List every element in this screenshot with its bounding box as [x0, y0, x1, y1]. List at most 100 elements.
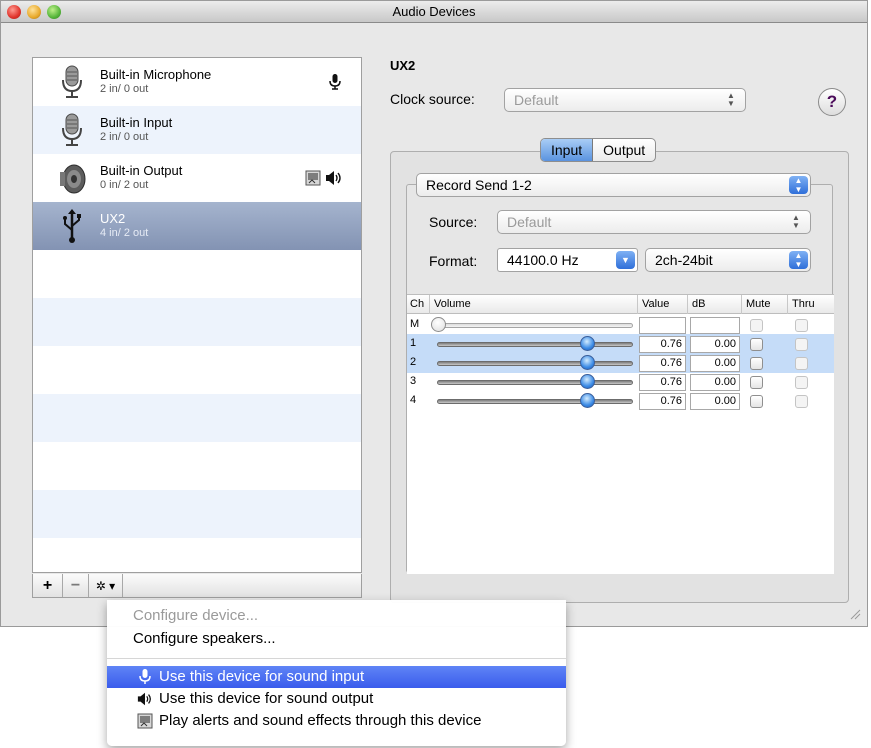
channel-row[interactable]: 4 0.76 0.00 [407, 391, 834, 411]
help-button[interactable]: ? [818, 88, 846, 116]
device-row-built-in-microphone[interactable]: Built-in Microphone 2 in/ 0 out [33, 58, 361, 106]
clock-source-label: Clock source: [390, 91, 475, 107]
sample-rate-combo[interactable]: 44100.0 Hz ▼ [497, 248, 638, 272]
thru-checkbox[interactable] [795, 376, 808, 389]
mute-checkbox[interactable] [750, 338, 763, 351]
db-value-field[interactable]: 0.00 [690, 393, 740, 410]
add-device-button[interactable]: + [33, 574, 63, 597]
device-row-built-in-input[interactable]: Built-in Input 2 in/ 0 out [33, 106, 361, 154]
selected-device-title: UX2 [390, 58, 416, 73]
column-header-value: Value [642, 298, 670, 310]
channel-row[interactable]: M [407, 315, 834, 335]
source-popup[interactable]: Default ▲ ▼ [497, 210, 811, 234]
volume-slider-track[interactable] [437, 342, 633, 347]
channel-name: 3 [410, 375, 417, 387]
volume-value-field[interactable]: 0.76 [639, 374, 686, 391]
volume-slider-track[interactable] [437, 323, 633, 328]
channel-format-popup[interactable]: 2ch-24bit ▲ ▼ [645, 248, 811, 272]
volume-value-field[interactable]: 0.76 [639, 393, 686, 410]
chevron-down-icon: ▼ [616, 251, 635, 269]
db-value-field[interactable]: 0.00 [690, 355, 740, 372]
popup-arrows-icon: ▲ ▼ [789, 251, 808, 269]
volume-value-field[interactable]: 0.76 [639, 355, 686, 372]
volume-slider-knob[interactable] [580, 355, 595, 370]
channel-format-value: 2ch-24bit [655, 252, 713, 268]
volume-slider-track[interactable] [437, 399, 633, 404]
volume-slider-knob[interactable] [580, 374, 595, 389]
menu-item-label: Use this device for sound output [159, 690, 374, 707]
device-io-count: 0 in/ 2 out [100, 179, 149, 191]
device-name: Built-in Microphone [100, 67, 212, 82]
column-header-mute: Mute [746, 298, 771, 310]
device-name: Built-in Input [100, 115, 173, 130]
menu-item-configure-device[interactable]: Configure device... [107, 605, 566, 627]
action-menu-button[interactable]: ✲ ▾ [89, 574, 123, 597]
window-title: Audio Devices [392, 4, 476, 19]
mute-checkbox[interactable] [750, 395, 763, 408]
device-row-built-in-output[interactable]: Built-in Output 0 in/ 2 out [33, 154, 361, 202]
microphone-icon [62, 65, 82, 98]
clock-source-popup[interactable]: Default ▲ ▼ [504, 88, 746, 112]
menu-item-play-alerts[interactable]: Play alerts and sound effects through th… [107, 710, 566, 732]
stream-popup[interactable]: Record Send 1-2 ▲ ▼ [416, 173, 811, 197]
device-action-menu: Configure device... Configure speakers..… [107, 600, 566, 746]
channel-row[interactable]: 2 0.76 0.00 [407, 353, 834, 373]
db-value-field[interactable]: 0.00 [690, 336, 740, 353]
microphone-icon [139, 669, 151, 684]
volume-value-field[interactable]: 0.76 [639, 336, 686, 353]
alerts-icon [305, 170, 321, 186]
thru-checkbox[interactable] [795, 319, 808, 332]
mute-checkbox[interactable] [750, 357, 763, 370]
list-stripe [33, 490, 361, 538]
device-io-count: 4 in/ 2 out [100, 227, 149, 239]
tab-output[interactable]: Output [593, 139, 655, 161]
clock-source-value: Default [514, 92, 559, 108]
column-header-volume: Volume [434, 298, 471, 310]
device-name: UX2 [100, 211, 126, 226]
popup-arrows-icon: ▲ ▼ [792, 213, 800, 230]
menu-item-use-for-output[interactable]: Use this device for sound output [107, 688, 566, 710]
menu-separator [107, 658, 566, 659]
device-io-count: 2 in/ 0 out [100, 83, 149, 95]
speaker-icon [137, 692, 151, 706]
help-label: ? [826, 92, 838, 111]
channel-name: M [410, 318, 420, 330]
tab-input[interactable]: Input [541, 139, 594, 161]
channel-row[interactable]: 1 0.76 0.00 [407, 334, 834, 354]
stream-value: Record Send 1-2 [426, 177, 532, 193]
title-bar: Audio Devices [1, 1, 867, 23]
thru-checkbox[interactable] [795, 395, 808, 408]
volume-slider-track[interactable] [437, 380, 633, 385]
db-value-field[interactable] [690, 317, 740, 334]
thru-checkbox[interactable] [795, 338, 808, 351]
volume-slider-knob[interactable] [580, 336, 595, 351]
device-row-ux2[interactable]: UX2 4 in/ 2 out [33, 202, 361, 250]
alerts-icon [137, 713, 153, 729]
remove-device-button[interactable]: − [63, 574, 89, 597]
source-value: Default [507, 214, 552, 230]
volume-value-field[interactable] [639, 317, 686, 334]
menu-item-configure-speakers[interactable]: Configure speakers... [107, 628, 566, 650]
device-io-count: 2 in/ 0 out [100, 131, 149, 143]
menu-item-label: Play alerts and sound effects through th… [159, 712, 482, 729]
mute-checkbox[interactable] [750, 319, 763, 332]
microphone-icon [62, 113, 82, 146]
volume-slider-knob[interactable] [580, 393, 595, 408]
speaker-icon [60, 164, 86, 194]
device-list-toolbar: + − ✲ ▾ [32, 574, 362, 598]
column-header-thru: Thru [792, 298, 815, 310]
list-stripe [33, 394, 361, 442]
channel-name: 1 [410, 337, 417, 349]
thru-checkbox[interactable] [795, 357, 808, 370]
sound-input-icon [329, 74, 341, 90]
mute-checkbox[interactable] [750, 376, 763, 389]
sound-output-icon [326, 171, 341, 185]
resize-grip-icon[interactable] [850, 609, 861, 620]
popup-arrows-icon: ▲ ▼ [727, 91, 735, 108]
db-value-field[interactable]: 0.00 [690, 374, 740, 391]
volume-slider-track[interactable] [437, 361, 633, 366]
usb-icon [63, 209, 81, 243]
channel-row[interactable]: 3 0.76 0.00 [407, 372, 834, 392]
volume-slider-knob[interactable] [431, 317, 446, 332]
menu-item-use-for-input[interactable]: Use this device for sound input [107, 666, 566, 688]
